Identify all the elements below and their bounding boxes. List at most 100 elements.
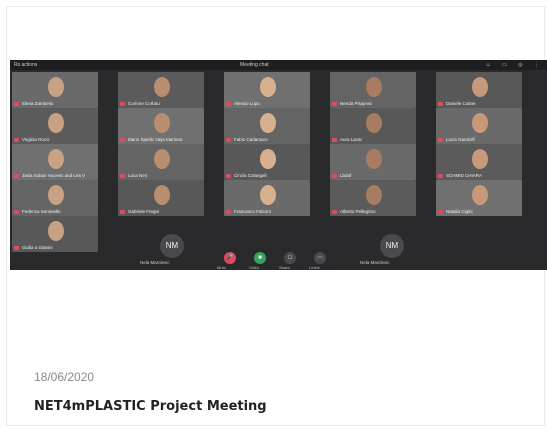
participant-face <box>48 185 64 205</box>
participant-name: Lbdaf <box>340 173 352 178</box>
topbar-center-label: Meeting chat <box>240 62 269 68</box>
avatar-name: Nela Marclevic <box>360 260 390 265</box>
video-button[interactable]: ■ <box>254 252 266 264</box>
participant-tile[interactable]: SCHMID CHIARA <box>436 144 522 180</box>
mute-label: Mute <box>217 265 226 270</box>
participant-name: Mario Sperlic Neja Marlovic <box>128 137 183 142</box>
participant-face <box>154 77 170 97</box>
participant-tile[interactable]: Federica Seminello <box>12 180 98 216</box>
participant-tile[interactable]: Natalia Cigini <box>436 180 522 216</box>
leave-label: Leave <box>309 265 320 270</box>
participant-name: Lucia Gandolfi <box>446 137 475 142</box>
participant-tile[interactable]: Alberto Pellegrino <box>330 180 416 216</box>
mic-muted-icon <box>226 174 231 178</box>
avatar: NM <box>160 234 184 258</box>
avatar-name: Nela Marclevic <box>140 260 170 265</box>
participant-name: Nenda Pisajevic <box>340 101 373 106</box>
participant-tile[interactable]: Cinzia Colangeli <box>224 144 310 180</box>
mic-muted-icon <box>120 210 125 214</box>
participant-name: Jasia Sokan Vucevic and Lea V <box>22 173 86 178</box>
participant-name: Gabriele Fregni <box>128 209 160 214</box>
mic-muted-icon <box>438 138 443 142</box>
mic-muted-icon <box>332 174 337 178</box>
mic-muted-icon <box>14 138 19 142</box>
participant-face <box>154 149 170 169</box>
participant-face <box>366 113 382 133</box>
mic-muted-icon <box>332 102 337 106</box>
participant-name: Alberto Pellegrino <box>340 209 376 214</box>
mic-muted-icon <box>120 174 125 178</box>
participant-face <box>472 149 488 169</box>
post-date: 18/06/2020 <box>34 370 95 384</box>
participant-tile[interactable]: Elena Zambello <box>12 72 98 108</box>
participant-face <box>260 185 276 205</box>
participant-name: Alessio Lupo <box>234 101 260 106</box>
participant-tile[interactable]: Alessio Lupo <box>224 72 310 108</box>
participant-face <box>260 77 276 97</box>
participant-tile[interactable]: Jasia Sokan Vucevic and Lea V <box>12 144 98 180</box>
call-controls: NM Nela Marclevic NM Nela Marclevic 🎤 Mu… <box>10 230 547 270</box>
video-label: Video <box>249 265 260 270</box>
participant-name: Corinne Corbau <box>128 101 160 106</box>
share-label: Share <box>279 265 290 270</box>
participant-tile[interactable]: Francesco Falconi <box>224 180 310 216</box>
participant-tile[interactable]: Luca Neri <box>118 144 204 180</box>
mic-muted-icon <box>226 102 231 106</box>
participant-name: Francesco Falconi <box>234 209 271 214</box>
participant-tile[interactable]: Nenda Pisajevic <box>330 72 416 108</box>
mic-muted-icon <box>438 174 443 178</box>
participant-face <box>154 113 170 133</box>
post-title[interactable]: NET4mPLASTIC Project Meeting <box>34 399 267 414</box>
participant-face <box>260 113 276 133</box>
topbar-left-label: Rs actions <box>14 62 38 68</box>
participant-tile[interactable]: Giulia a Gianini <box>12 216 98 252</box>
participant-name: Daniele Cutine <box>446 101 476 106</box>
meeting-screenshot: Rs actions Meeting chat ☺ ▭ ◎ ⋮ Elena Za… <box>10 60 547 270</box>
participant-name: Fabio Cadamuro <box>234 137 268 142</box>
participant-tile[interactable]: Lucia Gandolfi <box>436 108 522 144</box>
mic-muted-icon <box>226 210 231 214</box>
participant-face <box>472 77 488 97</box>
mic-muted-icon <box>332 138 337 142</box>
participant-tile[interactable]: Aura Lazar <box>330 108 416 144</box>
more-icon[interactable]: ⋮ <box>534 62 539 68</box>
mic-muted-icon <box>120 102 125 106</box>
mic-muted-icon <box>226 138 231 142</box>
participant-face <box>48 113 64 133</box>
participant-name: SCHMID CHIARA <box>446 173 483 178</box>
chat-icon[interactable]: ▭ <box>502 62 507 68</box>
participant-tile[interactable]: Virginia Rocci <box>12 108 98 144</box>
avatar: NM <box>380 234 404 258</box>
view-icon[interactable]: ◎ <box>518 62 522 68</box>
mic-muted-icon <box>14 210 19 214</box>
participant-tile[interactable]: Fabio Cadamuro <box>224 108 310 144</box>
participant-name: Federica Seminello <box>22 209 61 214</box>
mute-button[interactable]: 🎤 <box>224 252 236 264</box>
participant-face <box>366 185 382 205</box>
participant-tile[interactable]: Daniele Cutine <box>436 72 522 108</box>
mic-muted-icon <box>438 102 443 106</box>
meeting-topbar: Rs actions Meeting chat ☺ ▭ ◎ ⋮ <box>10 60 547 70</box>
participant-face <box>48 77 64 97</box>
participant-face <box>154 185 170 205</box>
participant-face <box>48 221 64 241</box>
participant-face <box>472 185 488 205</box>
mic-muted-icon <box>332 210 337 214</box>
mic-muted-icon <box>14 174 19 178</box>
mic-muted-icon <box>14 102 19 106</box>
leave-button[interactable]: ⋯ <box>314 252 326 264</box>
mic-muted-icon <box>438 210 443 214</box>
participant-face <box>366 77 382 97</box>
participant-tile[interactable]: Gabriele Fregni <box>118 180 204 216</box>
participant-tile[interactable]: Corinne Corbau <box>118 72 204 108</box>
participant-grid: Elena Zambello Corinne Corbau Alessio Lupo… <box>12 72 545 252</box>
share-button[interactable]: □ <box>284 252 296 264</box>
participant-name: Natalia Cigini <box>446 209 473 214</box>
topbar-icons: ☺ ▭ ◎ ⋮ <box>476 60 539 70</box>
participant-face <box>48 149 64 169</box>
participant-tile[interactable]: Mario Sperlic Neja Marlovic <box>118 108 204 144</box>
avatar-tile: NM Nela Marclevic <box>130 230 216 266</box>
people-icon[interactable]: ☺ <box>486 62 491 68</box>
participant-name: Elena Zambello <box>22 101 54 106</box>
participant-tile[interactable]: Lbdaf <box>330 144 416 180</box>
